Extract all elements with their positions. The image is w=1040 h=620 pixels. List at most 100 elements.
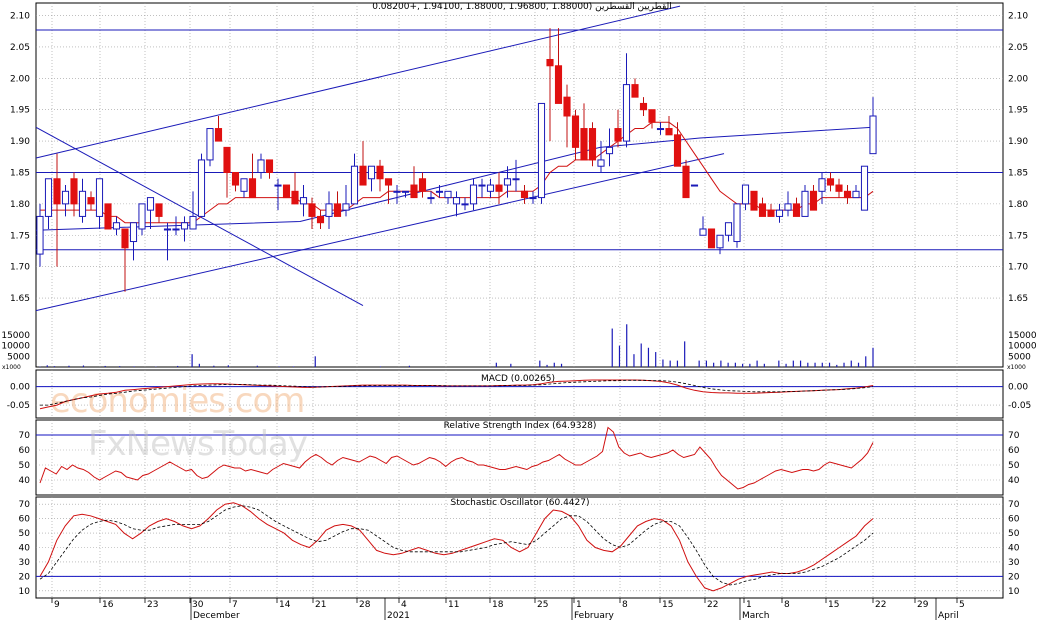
- candle-body: [733, 203, 741, 243]
- macd-tick-left: 0.00: [10, 383, 30, 393]
- x-tick-label: 14: [279, 600, 291, 610]
- candle-body: [70, 178, 78, 205]
- candle-body: [265, 159, 274, 173]
- stock-chart: economies.com FxNewsToday القطريين القسط…: [0, 0, 1040, 620]
- candle-body: [741, 184, 750, 205]
- candle-body: [784, 203, 792, 211]
- candle-body: [690, 184, 699, 187]
- x-tick-label: 8: [784, 600, 790, 610]
- price-tick-right: 1.75: [1008, 231, 1028, 241]
- candle-body: [716, 234, 724, 249]
- candle-body: [656, 128, 665, 131]
- candle-body: [359, 165, 367, 186]
- candle-body: [299, 197, 308, 205]
- x-tick-label: 8: [622, 600, 628, 610]
- candle-body: [597, 159, 605, 167]
- candle-body: [87, 197, 95, 205]
- candle-body: [274, 184, 282, 187]
- x-tick-label: 23: [147, 600, 158, 610]
- candle-body: [410, 184, 418, 199]
- price-tick-left: 1.75: [10, 231, 30, 241]
- x-tick-label: 30: [192, 600, 204, 610]
- candle-body: [452, 197, 461, 205]
- price-tick-right: 2.05: [1008, 43, 1028, 53]
- candle-body: [826, 178, 835, 186]
- candle-body: [486, 184, 495, 192]
- candle-body: [801, 190, 809, 217]
- candle-body: [537, 102, 546, 199]
- volume-tick-left: 15000: [1, 331, 30, 341]
- x-tick-label: 9: [54, 600, 60, 610]
- candle-body: [639, 102, 648, 111]
- price-tick-right: 2.10: [1008, 12, 1028, 22]
- candle-body: [758, 203, 767, 217]
- volume-tick-right: 10000: [1008, 342, 1037, 352]
- candle-body: [588, 128, 597, 161]
- x-tick-label: 22: [875, 600, 886, 610]
- stoch-tick-left: 30: [19, 558, 31, 568]
- candle-body: [724, 222, 733, 236]
- candle-body: [605, 146, 614, 155]
- watermark-sub: FxNewsToday: [88, 424, 308, 464]
- candle-body: [767, 209, 775, 217]
- x-tick-label: 28: [359, 600, 371, 610]
- candle-body: [818, 178, 826, 192]
- candle-body: [214, 128, 223, 142]
- price-tick-left: 1.70: [10, 263, 30, 273]
- stoch-tick-right: 40: [1008, 544, 1020, 554]
- candle-body: [401, 190, 410, 193]
- x-month-label: 2021: [387, 611, 410, 620]
- price-tick-left: 2.10: [10, 12, 30, 22]
- candle-body: [36, 215, 44, 255]
- candle-body: [231, 171, 240, 186]
- candle-body: [622, 84, 631, 142]
- candle-body: [444, 190, 452, 199]
- candle-body: [129, 222, 138, 243]
- volume-unit-right: x1000: [1007, 364, 1026, 371]
- candle-body: [78, 190, 87, 217]
- x-tick-label: 7: [232, 600, 238, 610]
- candle-body: [792, 203, 801, 217]
- candle-body: [461, 203, 469, 206]
- stoch-tick-right: 60: [1008, 515, 1020, 525]
- candle-body: [325, 203, 333, 217]
- stoch-tick-left: 40: [19, 544, 31, 554]
- candle-body: [367, 165, 376, 180]
- candle-body: [121, 228, 129, 249]
- candle-body: [291, 190, 299, 205]
- rsi-tick-left: 40: [19, 476, 31, 486]
- stoch-tick-right: 20: [1008, 572, 1020, 582]
- macd-tick-right: -0.05: [1008, 401, 1031, 411]
- stoch-tick-left: 50: [19, 529, 31, 539]
- x-month-label: December: [193, 611, 240, 620]
- rsi-panel-title: Relative Strength Index (64.9328): [444, 421, 597, 431]
- candle-body: [189, 215, 197, 230]
- x-tick-label: 16: [102, 600, 114, 610]
- candle-body: [495, 184, 503, 192]
- candle-body: [53, 178, 61, 205]
- candle-body: [775, 209, 784, 217]
- candle-body: [308, 203, 316, 217]
- rsi-tick-left: 60: [19, 446, 31, 456]
- rsi-tick-right: 50: [1008, 461, 1020, 471]
- candle-body: [512, 178, 520, 181]
- candle-body: [223, 146, 231, 173]
- candle-body: [257, 159, 265, 173]
- price-tick-right: 1.70: [1008, 263, 1028, 273]
- price-tick-left: 1.80: [10, 200, 30, 210]
- volume-tick-right: 5000: [1008, 352, 1031, 362]
- volume-tick-right: 15000: [1008, 331, 1037, 341]
- macd-panel-title: MACD (0.00265): [481, 374, 555, 384]
- candle-body: [665, 128, 673, 136]
- candle-body: [554, 65, 563, 104]
- rsi-tick-right: 60: [1008, 446, 1020, 456]
- x-month-label: March: [742, 611, 769, 620]
- candle-body: [342, 203, 350, 211]
- candle-body: [384, 178, 393, 186]
- candle-body: [631, 84, 639, 98]
- price-tick-left: 2.05: [10, 43, 30, 53]
- candle-body: [563, 96, 571, 117]
- candle-body: [529, 197, 537, 200]
- x-tick-label: 22: [707, 600, 718, 610]
- stoch-tick-left: 10: [19, 587, 31, 597]
